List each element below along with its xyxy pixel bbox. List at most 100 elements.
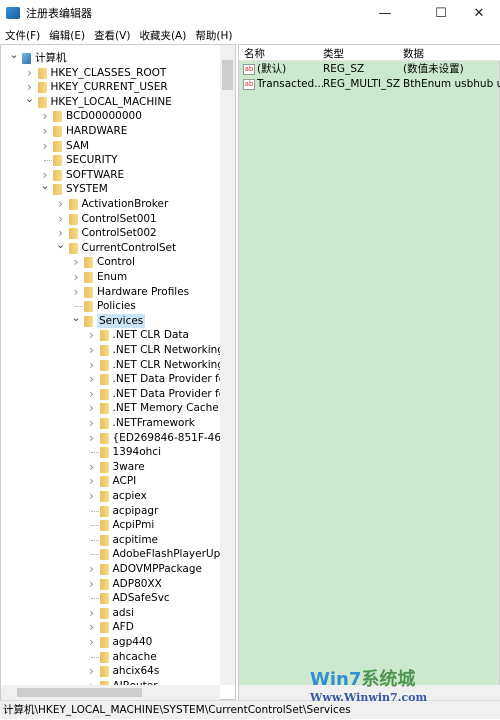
chevron-right-icon[interactable]: › [87,328,97,343]
registry-tree[interactable]: ⌄ 计算机 › HKEY_CLASSES_ROOT › HKEY_CURRENT_USER… [0,44,236,700]
tree-node[interactable]: acpitime [1,533,221,548]
tree-node[interactable]: › Control [1,255,221,270]
chevron-right-icon[interactable]: › [87,431,97,446]
tree-node[interactable]: › ControlSet002 [1,226,221,241]
chevron-right-icon[interactable]: › [71,270,81,285]
folder-icon [68,213,78,225]
chevron-right-icon[interactable]: › [87,401,97,416]
tree-connector-line [90,510,99,512]
tree-node[interactable]: SECURITY [1,153,221,168]
menu-file[interactable]: 文件(F) [0,28,44,43]
tree-node-label: HARDWARE [66,125,128,137]
column-header-type[interactable]: 类型 [323,46,344,61]
tree-node[interactable]: ⌄ HKEY_LOCAL_MACHINE [1,92,221,110]
tree-node[interactable]: ADSafeSvc [1,591,221,606]
tree-node[interactable]: › SOFTWARE [1,168,221,183]
tree-vertical-scroll-thumb[interactable] [222,60,233,90]
tree-node[interactable]: › Hardware Profiles [1,285,221,300]
tree-node[interactable]: › adsi [1,606,221,621]
chevron-right-icon[interactable]: › [87,664,97,679]
tree-node[interactable]: › ahcix64s [1,664,221,679]
folder-icon [99,359,109,371]
menu-favorites[interactable]: 收藏夹(A) [134,28,190,43]
chevron-right-icon[interactable]: › [87,460,97,475]
column-header-name[interactable]: 名称 [244,46,265,61]
chevron-right-icon[interactable]: › [87,606,97,621]
chevron-right-icon[interactable]: › [87,489,97,504]
chevron-right-icon[interactable]: › [87,372,97,387]
chevron-down-icon[interactable]: ⌄ [40,179,50,194]
chevron-right-icon[interactable]: › [87,358,97,373]
chevron-right-icon[interactable]: › [71,285,81,300]
tree-node[interactable]: › ActivationBroker [1,197,221,212]
chevron-right-icon[interactable]: › [87,562,97,577]
tree-node[interactable]: › BCD00000000 [1,109,221,124]
menu-edit[interactable]: 编辑(E) [44,28,89,43]
tree-node[interactable]: › ADOVMPPackage [1,562,221,577]
menu-view[interactable]: 查看(V) [89,28,134,43]
folder-icon [37,96,47,108]
folder-icon [99,651,109,663]
chevron-right-icon[interactable]: › [87,577,97,592]
chevron-right-icon[interactable]: › [56,212,66,227]
tree-node[interactable]: › ACPI [1,474,221,489]
value-row[interactable]: ab Transacted... REG_MULTI_SZ BthEnum us… [239,77,500,92]
chevron-right-icon[interactable]: › [87,343,97,358]
tree-node[interactable]: › .NET Data Provider for [1,372,229,387]
chevron-right-icon[interactable]: › [40,124,50,139]
tree-node[interactable]: ⌄ CurrentControlSet [1,238,221,256]
tree-node[interactable]: AdobeFlashPlayerUpd [1,547,227,562]
tree-node[interactable]: › .NET CLR Networking [1,343,224,358]
close-button[interactable]: ✕ [456,0,500,26]
tree-node[interactable]: › AFD [1,620,221,635]
chevron-right-icon[interactable]: › [87,387,97,402]
chevron-right-icon[interactable]: › [87,474,97,489]
tree-node[interactable]: › .NET Memory Cache 4 [1,401,229,416]
tree-node[interactable]: › HKEY_CLASSES_ROOT [1,66,221,81]
tree-node[interactable]: › .NET CLR Networking - [1,358,231,373]
minimize-button[interactable]: — [362,0,408,26]
tree-node-label: 3ware [112,460,145,473]
tree-node[interactable]: › agp440 [1,635,221,650]
tree-connector-line [90,525,99,527]
chevron-right-icon[interactable]: › [87,635,97,650]
tree-node[interactable]: › acpiex [1,489,221,504]
column-header-data[interactable]: 数据 [403,46,424,61]
chevron-right-icon[interactable]: › [87,620,97,635]
tree-node[interactable]: › .NETFramework [1,416,221,431]
chevron-right-icon[interactable]: › [40,109,50,124]
chevron-right-icon[interactable]: › [25,66,35,81]
tree-horizontal-scroll-thumb[interactable] [17,688,142,697]
tree-node[interactable]: › SAM [1,139,221,154]
tree-node[interactable]: ahcache [1,650,221,665]
tree-node[interactable]: › ControlSet001 [1,212,221,227]
chevron-right-icon[interactable]: › [71,255,81,270]
tree-node[interactable]: › {ED269846-851F-462b [1,431,234,446]
tree-node[interactable]: AcpiPmi [1,518,221,533]
chevron-right-icon[interactable]: › [56,197,66,212]
tree-node[interactable]: › .NET Data Provider for [1,387,229,402]
tree-node[interactable]: 1394ohci [1,445,221,460]
chevron-down-icon[interactable]: ⌄ [9,48,19,63]
chevron-right-icon[interactable]: › [40,139,50,154]
tree-node[interactable]: ⌄ SYSTEM [1,179,221,197]
tree-node[interactable]: › HARDWARE [1,124,221,139]
menu-help[interactable]: 帮助(H) [190,28,236,43]
chevron-right-icon[interactable]: › [87,416,97,431]
tree-node[interactable]: ⌄ Services [1,311,221,329]
tree-node-label: .NET Memory Cache 4 [112,402,229,415]
tree-node[interactable]: ⌄ 计算机 [1,48,221,66]
tree-node[interactable]: › ADP80XX [1,577,221,592]
chevron-down-icon[interactable]: ⌄ [25,92,35,107]
tree-node[interactable]: acpipagr [1,504,221,519]
tree-node[interactable]: › Enum [1,270,221,285]
tree-node[interactable]: › .NET CLR Data [1,328,221,343]
tree-vertical-scrollbar[interactable] [220,45,235,685]
tree-node[interactable]: Policies [1,299,221,314]
value-row[interactable]: ab (默认) REG_SZ (数值未设置) [239,62,500,77]
chevron-down-icon[interactable]: ⌄ [56,238,66,253]
computer-icon [22,53,31,64]
folder-icon [99,345,109,356]
chevron-down-icon[interactable]: ⌄ [71,311,81,326]
tree-node[interactable]: › 3ware [1,460,221,475]
